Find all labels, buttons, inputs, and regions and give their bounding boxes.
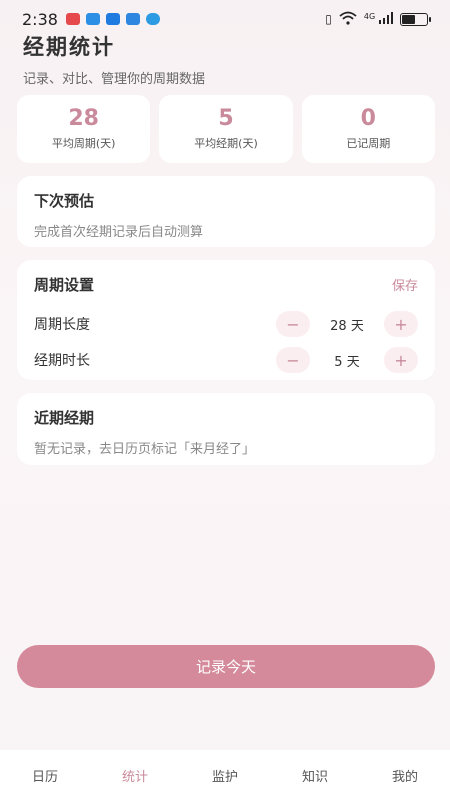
increment-button[interactable]: + bbox=[384, 347, 418, 373]
tab-profile[interactable]: 我的 bbox=[360, 766, 450, 785]
page-subtitle: 记录、对比、管理你的周期数据 bbox=[23, 72, 206, 87]
stat-card-avg-period: 5 平均经期(天) bbox=[159, 95, 293, 163]
recent-periods-description: 暂无记录，去日历页标记「来月经了」 bbox=[34, 442, 256, 457]
decrement-button[interactable]: − bbox=[276, 347, 310, 373]
stat-label: 已记周期 bbox=[346, 137, 391, 151]
wifi-icon bbox=[339, 11, 357, 28]
increment-button[interactable]: + bbox=[384, 311, 418, 337]
setting-row-period-duration: 经期时长 − 5 天 + bbox=[34, 347, 418, 373]
notification-app-icon bbox=[65, 13, 80, 25]
stepper-value: 5 天 bbox=[334, 354, 360, 370]
save-button[interactable]: 保存 bbox=[392, 275, 418, 294]
setting-row-cycle-length: 周期长度 − 28 天 + bbox=[34, 311, 418, 337]
tab-knowledge[interactable]: 知识 bbox=[270, 766, 360, 785]
bottom-tabbar: 日历 统计 监护 知识 我的 bbox=[0, 750, 450, 800]
record-today-button[interactable]: 记录今天 bbox=[17, 645, 435, 688]
stat-label: 平均经期(天) bbox=[194, 137, 258, 151]
status-time: 2:38 bbox=[22, 9, 58, 29]
recent-periods-card: 近期经期 暂无记录，去日历页标记「来月经了」 bbox=[17, 393, 435, 465]
stat-value: 0 bbox=[360, 105, 376, 131]
decrement-button[interactable]: − bbox=[276, 311, 310, 337]
next-prediction-description: 完成首次经期记录后自动测算 bbox=[34, 225, 204, 240]
notification-app-icon bbox=[85, 13, 100, 25]
signal-icon: 4G bbox=[364, 11, 393, 27]
tab-calendar[interactable]: 日历 bbox=[0, 766, 90, 785]
setting-label: 周期长度 bbox=[34, 317, 90, 333]
notification-app-icon bbox=[125, 13, 140, 25]
next-prediction-card: 下次预估 完成首次经期记录后自动测算 bbox=[17, 176, 435, 247]
setting-label: 经期时长 bbox=[34, 353, 90, 369]
cycle-settings-title: 周期设置 bbox=[34, 276, 95, 294]
notification-app-icon bbox=[105, 13, 120, 25]
stat-card-avg-cycle: 28 平均周期(天) bbox=[17, 95, 151, 163]
page-title: 经期统计 bbox=[23, 35, 115, 59]
recent-periods-title: 近期经期 bbox=[34, 409, 95, 427]
cycle-length-stepper: − 28 天 + bbox=[276, 311, 418, 337]
stat-label: 平均周期(天) bbox=[51, 137, 116, 151]
tab-statistics[interactable]: 统计 bbox=[90, 766, 180, 785]
stat-value: 28 bbox=[68, 105, 99, 131]
cycle-settings-card: 周期设置 保存 周期长度 − 28 天 + 经期时长 − 5 天 + bbox=[17, 260, 435, 380]
next-prediction-title: 下次预估 bbox=[34, 192, 95, 210]
period-duration-stepper: − 5 天 + bbox=[276, 347, 418, 373]
stat-value: 5 bbox=[218, 105, 234, 131]
stats-row: 28 平均周期(天) 5 平均经期(天) 0 已记周期 bbox=[17, 95, 435, 163]
notification-app-icon bbox=[145, 13, 160, 25]
page-header: 经期统计 记录、对比、管理你的周期数据 bbox=[23, 31, 205, 87]
vibrate-icon: ▯ bbox=[325, 12, 332, 26]
stepper-value: 28 天 bbox=[330, 318, 364, 334]
battery-icon bbox=[400, 12, 431, 26]
stat-card-recorded-cycles: 0 已记周期 bbox=[301, 95, 435, 163]
tab-guardian[interactable]: 监护 bbox=[180, 766, 270, 785]
